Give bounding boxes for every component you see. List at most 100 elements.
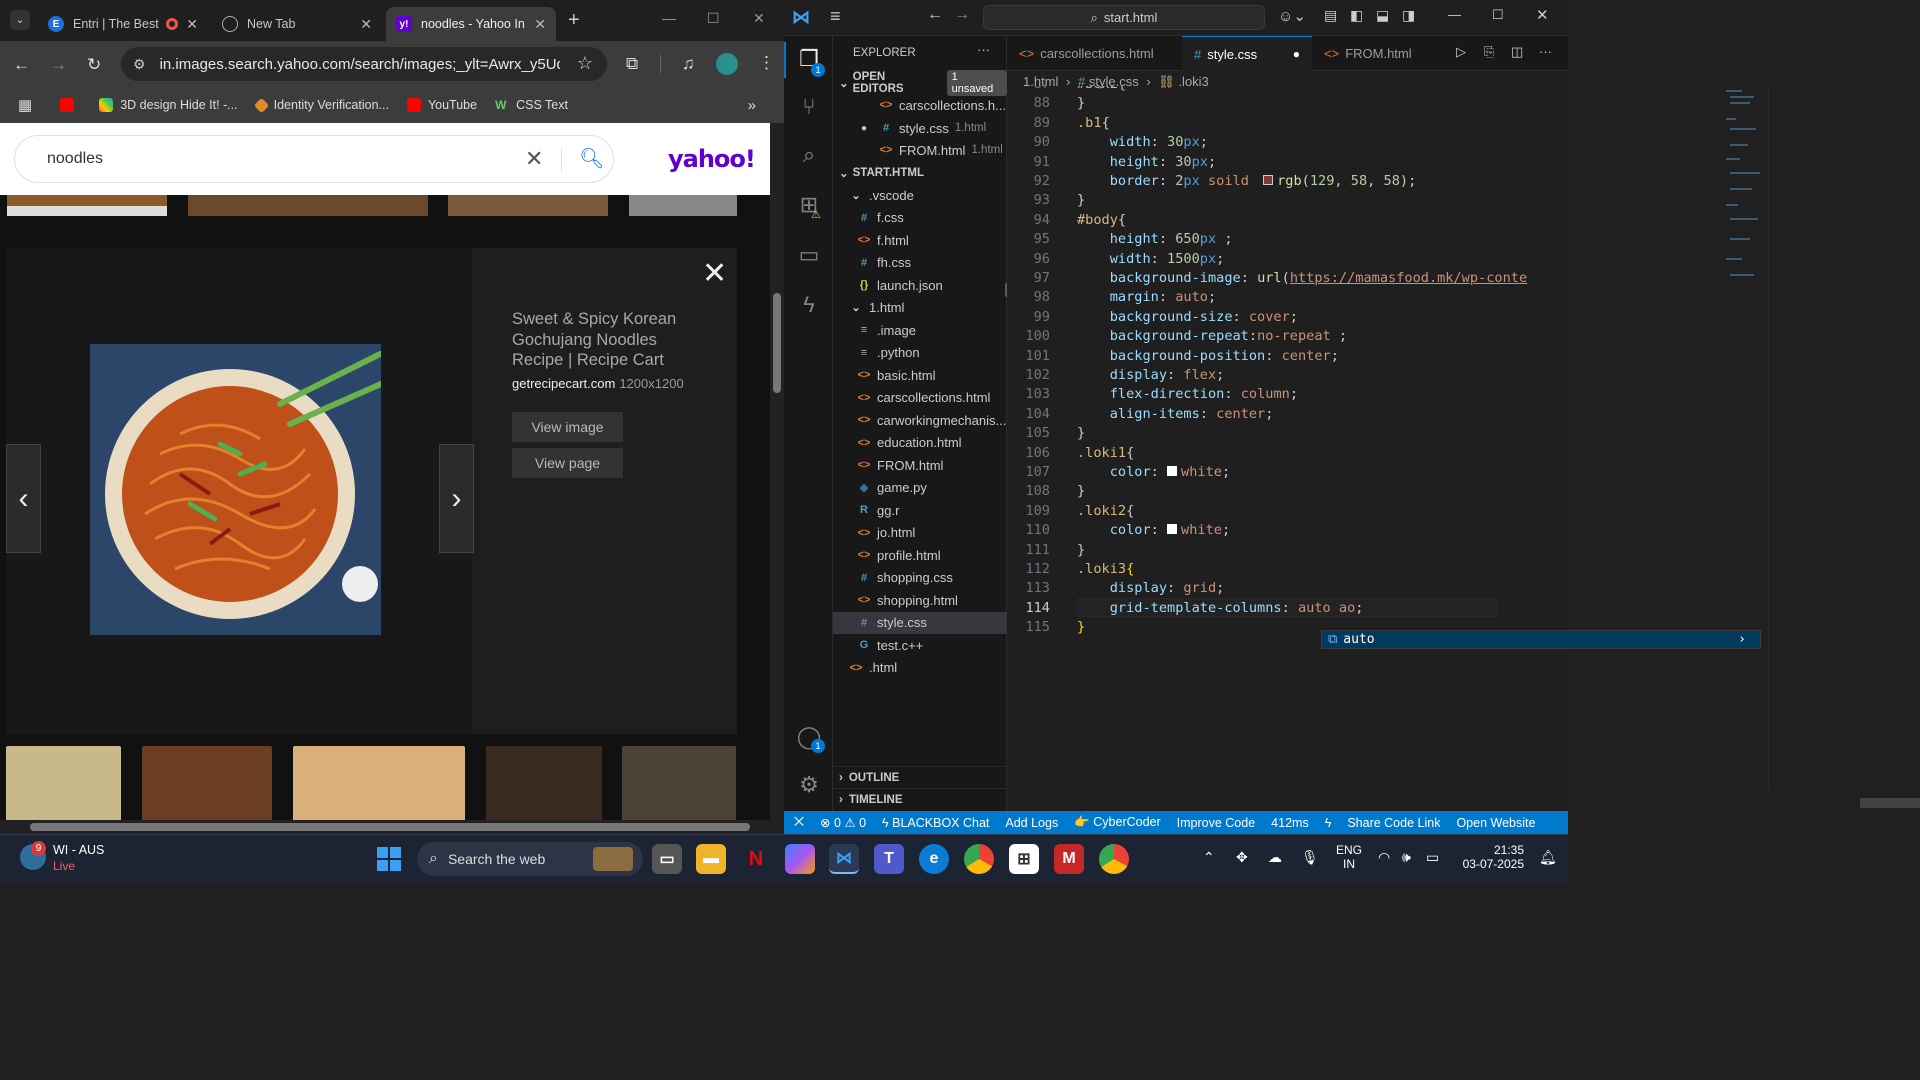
blackbox-icon[interactable]: ϟ <box>796 292 822 318</box>
store-icon[interactable]: ⊞ <box>1009 844 1039 874</box>
status-blackbox-chat[interactable]: ϟ BLACKBOX Chat <box>882 816 989 830</box>
code-line[interactable]: } <box>1077 95 1085 111</box>
code-line[interactable]: background-position: center; <box>1077 348 1339 364</box>
apps-grid-icon[interactable]: ▦ <box>18 96 32 114</box>
bookmark-identity[interactable]: Identity Verification... <box>253 97 389 113</box>
search-input[interactable]: noodles <box>47 150 103 168</box>
more-bookmarks-icon[interactable]: » <box>748 97 756 114</box>
thumbnail[interactable] <box>622 746 736 820</box>
code-line[interactable]: .loki1{ <box>1077 445 1134 461</box>
code-line[interactable]: } <box>1077 483 1085 499</box>
tab-entri[interactable]: E Entri | The Best ✕ <box>38 7 208 41</box>
tree-file[interactable]: <> shopping.html <box>833 589 1007 611</box>
tree-file[interactable]: <> basic.html <box>833 364 1007 386</box>
chrome-icon[interactable] <box>964 844 994 874</box>
tab-new-tab[interactable]: New Tab ✕ <box>212 7 382 41</box>
show-hidden-icons-chevron[interactable]: ⌃ <box>1203 849 1215 866</box>
view-page-button[interactable]: View page <box>512 448 623 478</box>
tree-file[interactable]: # fh.css <box>833 252 1007 274</box>
open-preview-icon[interactable]: ⎘ <box>1484 44 1494 60</box>
code-line[interactable]: } <box>1077 192 1085 208</box>
code-line[interactable]: width: 1500px; <box>1077 251 1225 267</box>
code-editor[interactable]: 87#box2{88}89.b1{90 width: 30px;91 heigh… <box>1007 86 1568 786</box>
problems-indicator[interactable]: ⊗ 0 ⚠ 0 <box>820 815 866 830</box>
tab-search-button[interactable]: ⌄ <box>10 10 30 30</box>
onedrive-icon[interactable]: ☁ <box>1268 849 1282 866</box>
thumbnail[interactable] <box>486 746 602 820</box>
scroll-thumb[interactable] <box>773 293 781 393</box>
source-control-icon[interactable]: ⑂ <box>796 94 822 120</box>
copilot-app-icon[interactable] <box>785 844 815 874</box>
forward-icon[interactable]: → <box>954 6 970 24</box>
horizontal-scrollbar[interactable] <box>0 820 784 834</box>
code-line[interactable]: border: 2px soild rgb(129, 58, 58); <box>1077 173 1417 189</box>
unsaved-dot-icon[interactable]: ● <box>1293 47 1300 61</box>
code-line[interactable]: #box2{ <box>1077 86 1126 92</box>
chrome-profile-icon[interactable] <box>1099 844 1129 874</box>
wifi-icon[interactable]: ◠ <box>1378 849 1390 866</box>
explorer-more-icon[interactable]: ··· <box>977 42 990 57</box>
remote-indicator-icon[interactable]: ⨉ <box>794 815 804 830</box>
code-line[interactable]: flex-direction: column; <box>1077 386 1298 402</box>
settings-gear-icon[interactable]: ⚙ <box>796 772 822 798</box>
code-line[interactable]: background-repeat:no-repeat ; <box>1077 328 1347 344</box>
tree-file[interactable]: ◆ game.py <box>833 477 1007 499</box>
code-line[interactable]: .b1{ <box>1077 115 1110 131</box>
close-tab-icon[interactable]: ✕ <box>186 16 198 33</box>
close-window-icon[interactable]: ✕ <box>753 10 765 27</box>
remote-explorer-icon[interactable]: ▭ <box>796 242 822 268</box>
status-open-website[interactable]: Open Website <box>1456 816 1535 830</box>
menu-dots-icon[interactable]: ⋮ <box>758 53 775 73</box>
status-improve-code[interactable]: Improve Code <box>1177 816 1256 830</box>
bookmark-youtube-icon-only[interactable] <box>60 98 81 112</box>
close-window-icon[interactable]: ✕ <box>1536 6 1549 24</box>
tree-file[interactable]: # shopping.css <box>833 567 1007 589</box>
weather-title[interactable]: WI - AUS <box>53 843 104 857</box>
back-icon[interactable]: ← <box>13 55 30 75</box>
tree-file[interactable]: <> carscollections.html <box>833 387 1007 409</box>
scroll-thumb[interactable] <box>30 823 750 831</box>
layout-customize-icon[interactable]: ▤ <box>1324 7 1337 24</box>
tree-file[interactable]: <> FROM.html <box>833 454 1007 476</box>
details-chevron-icon[interactable]: › <box>1738 632 1746 647</box>
battery-icon[interactable]: ▭ <box>1426 849 1439 866</box>
microphone-icon[interactable]: 🎙︎ <box>1301 849 1319 866</box>
bookmark-css-text[interactable]: W CSS Text <box>495 98 568 112</box>
hamburger-menu-icon[interactable]: ≡ <box>830 6 841 27</box>
noodles-image[interactable] <box>90 344 381 635</box>
minimize-icon[interactable]: — <box>1448 7 1461 22</box>
code-line[interactable]: align-items: center; <box>1077 406 1274 422</box>
next-image-button[interactable]: › <box>439 444 474 553</box>
address-bar[interactable]: ⚙ in.images.search.yahoo.com/search/imag… <box>121 47 607 81</box>
code-line[interactable]: height: 650px ; <box>1077 231 1233 247</box>
back-icon[interactable]: ← <box>927 6 943 24</box>
volume-icon[interactable]: 🕪 <box>1402 849 1411 866</box>
open-editors-header[interactable]: ⌄ OPEN EDITORS 1 unsaved <box>833 70 1007 96</box>
code-line[interactable]: } <box>1077 619 1085 635</box>
tree-file[interactable]: ≡ .image <box>833 319 1007 341</box>
toggle-secondary-sidebar-icon[interactable]: ◨ <box>1402 7 1415 24</box>
code-line[interactable]: margin: auto; <box>1077 289 1216 305</box>
mcafee-icon[interactable]: M <box>1054 844 1084 874</box>
code-line[interactable]: } <box>1077 425 1085 441</box>
view-image-button[interactable]: View image <box>512 412 623 442</box>
search-icon[interactable]: ⌕ <box>796 142 822 168</box>
vscode-taskbar-icon[interactable]: ⋈ <box>829 844 859 874</box>
forward-icon[interactable]: → <box>50 55 67 75</box>
open-editor-carscollections[interactable]: <> carscollections.h... <box>833 94 1007 116</box>
thumbnail[interactable] <box>293 746 465 820</box>
site-info-icon[interactable]: ⚙ <box>133 56 146 73</box>
tree-file[interactable]: # f.css <box>833 207 1007 229</box>
prev-image-button[interactable]: ‹ <box>6 444 41 553</box>
timeline-header[interactable]: › TIMELINE <box>833 788 1007 810</box>
unsaved-dot-icon[interactable]: ● <box>861 123 871 134</box>
code-line[interactable]: height: 30px; <box>1077 154 1216 170</box>
code-line[interactable]: .loki2{ <box>1077 503 1134 519</box>
maximize-icon[interactable]: ☐ <box>707 10 720 27</box>
file-explorer-icon[interactable]: ▬ <box>696 844 726 874</box>
taskbar-search[interactable]: ⌕ Search the web <box>417 842 643 876</box>
split-editor-icon[interactable]: ◫ <box>1511 44 1523 60</box>
code-line[interactable]: .loki3{ <box>1077 561 1134 577</box>
dropbox-icon[interactable]: ✥ <box>1236 849 1248 866</box>
tree-file[interactable]: <> carworkingmechanis... <box>833 409 1007 431</box>
